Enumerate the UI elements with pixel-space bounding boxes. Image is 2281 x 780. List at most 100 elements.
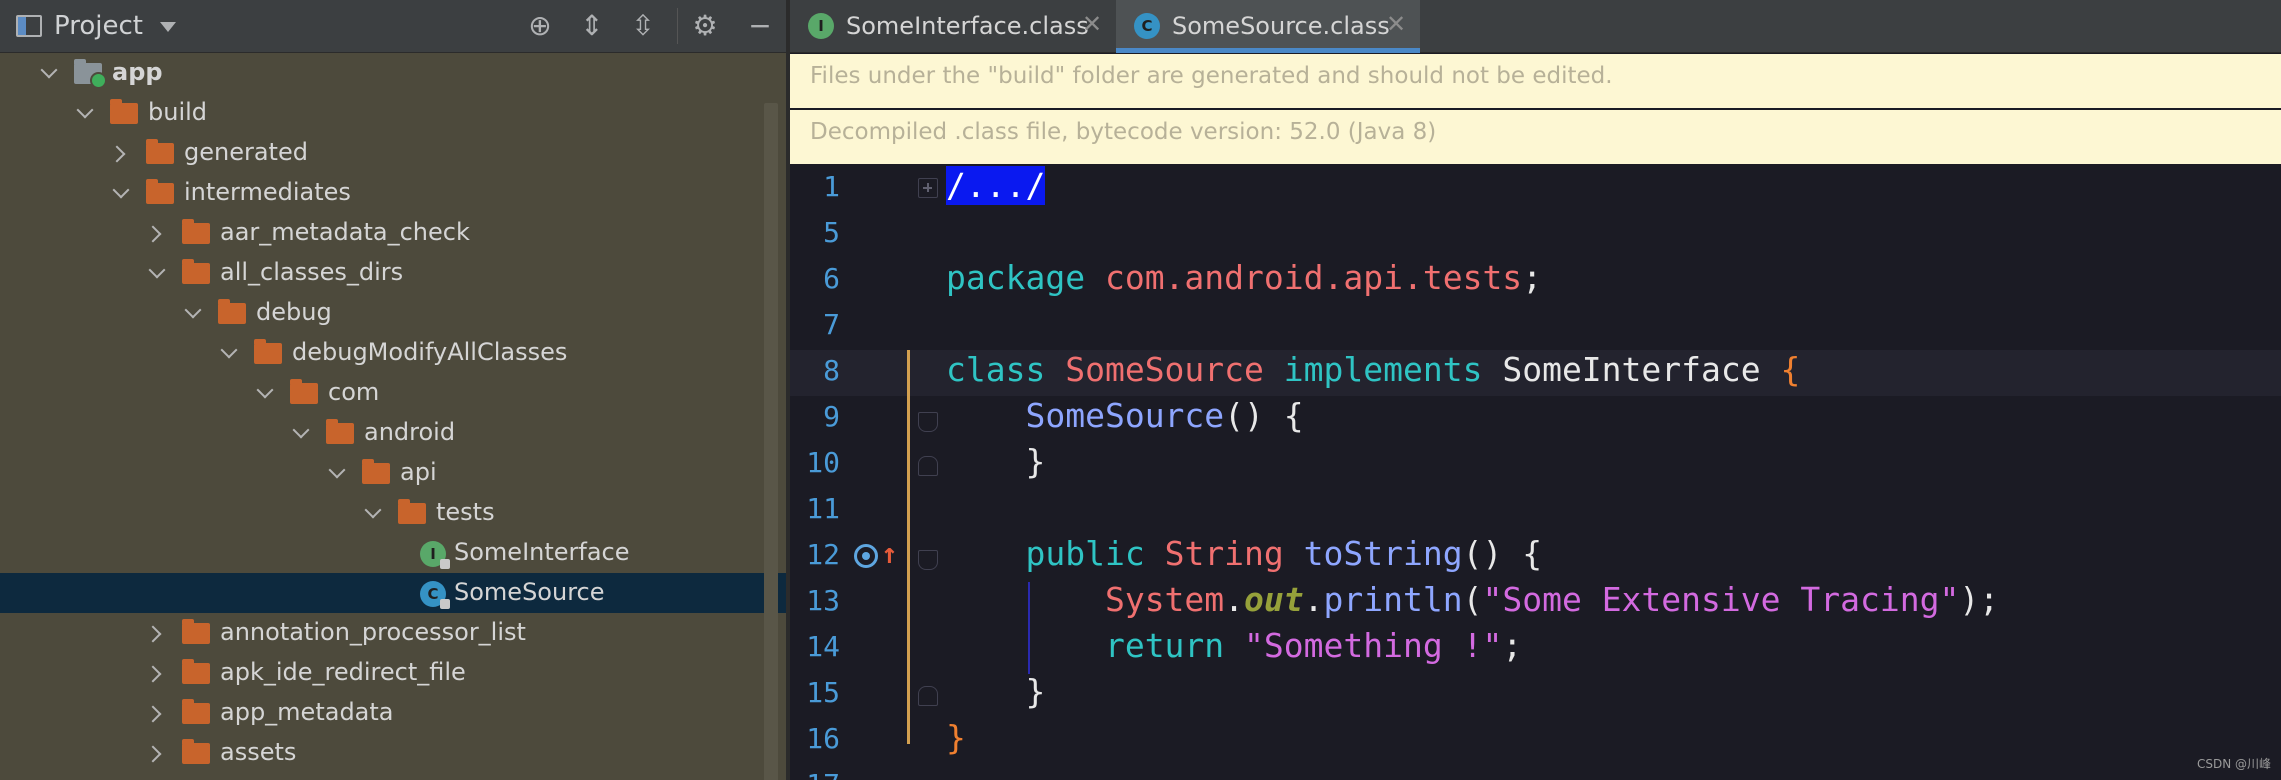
chevron-down-icon[interactable] [108,181,132,205]
code-line: /.../ [946,166,1046,205]
chevron-right-icon[interactable] [144,701,168,725]
folder-icon [182,699,210,724]
project-view-selector[interactable]: Project [54,11,143,41]
chevron-down-icon[interactable] [288,421,312,445]
chevron-down-icon[interactable] [36,61,60,85]
expand-all-icon[interactable]: ⇕ [575,9,609,43]
tree-node-label: android [364,418,456,446]
code-line: } [946,718,966,757]
folder-icon [110,99,138,124]
vcs-change-marker[interactable] [907,350,910,744]
folder-icon [326,419,354,444]
close-icon[interactable]: ✕ [1082,10,1102,38]
chevron-right-icon[interactable] [144,661,168,685]
tree-node[interactable]: all_classes_dirs [0,253,786,293]
line-number: 16 [806,722,840,755]
code-editor[interactable]: ↑ 1/.../5 6 package com.android.api.tests;… [790,166,2281,780]
tree-node-label: intermediates [184,178,351,206]
project-pane-header: Project ⊕ ⇕ ⇳ ⚙ − [0,0,786,53]
close-icon[interactable]: ✕ [1386,10,1406,38]
class-icon: C [420,581,450,609]
chevron-down-icon[interactable] [324,461,348,485]
decompiled-file-banner: Decompiled .class file, bytecode version… [790,110,2281,165]
folder-icon [398,499,426,524]
editor-tab-bar: I SomeInterface.class ✕ C SomeSource.class ✕ [790,0,2281,53]
tree-node-label: debugModifyAllClasses [292,338,568,366]
tree-node[interactable]: aar_metadata_check [0,213,786,253]
line-number: 13 [806,584,840,617]
tree-node[interactable]: app [0,53,786,93]
chevron-down-icon[interactable] [144,261,168,285]
fold-collapse-icon[interactable] [918,550,938,570]
gear-icon[interactable]: ⚙ [688,9,722,43]
tab-label: SomeInterface.class [846,12,1089,40]
locate-file-icon[interactable]: ⊕ [523,9,557,43]
chevron-down-icon[interactable] [180,301,204,325]
tree-node-label: generated [184,138,308,166]
project-tool-window: Project ⊕ ⇕ ⇳ ⚙ − app build generated inter… [0,0,786,780]
tree-node[interactable]: annotation_processor_list [0,613,786,653]
toolbar-divider [677,8,678,44]
tree-node-label: debug [256,298,332,326]
tree-node[interactable]: com [0,373,786,413]
tree-node[interactable]: build [0,93,786,133]
fold-collapse-icon[interactable] [918,412,938,432]
chevron-down-icon[interactable] [216,341,240,365]
chevron-down-icon[interactable] [252,381,276,405]
chevron-right-icon[interactable] [144,741,168,765]
code-line: System.out.println("Some Extensive Traci… [1104,580,2000,619]
line-number: 15 [806,676,840,709]
folder-icon [182,259,210,284]
fold-end-icon[interactable] [918,686,938,706]
chevron-right-icon[interactable] [108,141,132,165]
tree-node[interactable]: apk_ide_redirect_file [0,653,786,693]
folder-icon [182,219,210,244]
editor-area: I SomeInterface.class ✕ C SomeSource.class ✕ … [790,0,2281,780]
collapse-all-icon[interactable]: ⇳ [626,9,660,43]
generated-files-banner: Files under the "build" folder are gener… [790,54,2281,109]
line-number: 9 [823,400,840,433]
code-line: } [946,672,1046,711]
line-number: 8 [823,354,840,387]
tree-node-label: all_classes_dirs [220,258,404,286]
tree-node[interactable]: android [0,413,786,453]
code-line: public String toString() { [1025,534,1543,573]
editor-tab[interactable]: C SomeSource.class ✕ [1116,0,1420,53]
code-line: } [946,442,1046,481]
code-line: return "Something !"; [1104,626,1523,665]
tree-node[interactable]: generated [0,133,786,173]
tree-node[interactable]: api [0,453,786,493]
editor-tab[interactable]: I SomeInterface.class ✕ [790,0,1116,53]
hide-pane-icon[interactable]: − [743,9,777,43]
chevron-right-icon[interactable] [144,221,168,245]
chevron-down-icon[interactable] [360,501,384,525]
tree-node[interactable]: assets [0,733,786,773]
code-line: class SomeSource implements SomeInterfac… [946,350,1801,389]
tree-node-label: com [328,378,380,406]
fold-end-icon[interactable] [918,456,938,476]
code-line: package com.android.api.tests; [946,258,1543,297]
chevron-down-icon[interactable] [72,101,96,125]
line-number: 7 [823,308,840,341]
tree-node[interactable]: debugModifyAllClasses [0,333,786,373]
module-folder-icon [74,59,107,89]
tree-node[interactable]: tests [0,493,786,533]
chevron-down-icon[interactable] [160,22,176,32]
folder-icon [290,379,318,404]
tree-node[interactable]: I SomeInterface [0,533,786,573]
line-number: 11 [806,492,840,525]
tree-node-label: assets [220,738,297,766]
tree-node-label: annotation_processor_list [220,618,526,646]
tree-node-label: apk_ide_redirect_file [220,658,466,686]
folder-icon [254,339,282,364]
project-view-icon [16,15,42,37]
tab-label: SomeSource.class [1172,12,1390,40]
tree-node[interactable]: app_metadata [0,693,786,733]
tree-node[interactable]: debug [0,293,786,333]
line-number: 6 [823,262,840,295]
chevron-right-icon[interactable] [144,621,168,645]
tree-node[interactable]: C SomeSource [0,573,786,613]
tree-node[interactable]: intermediates [0,173,786,213]
folder-icon [182,739,210,764]
fold-expand-icon[interactable] [918,178,938,198]
